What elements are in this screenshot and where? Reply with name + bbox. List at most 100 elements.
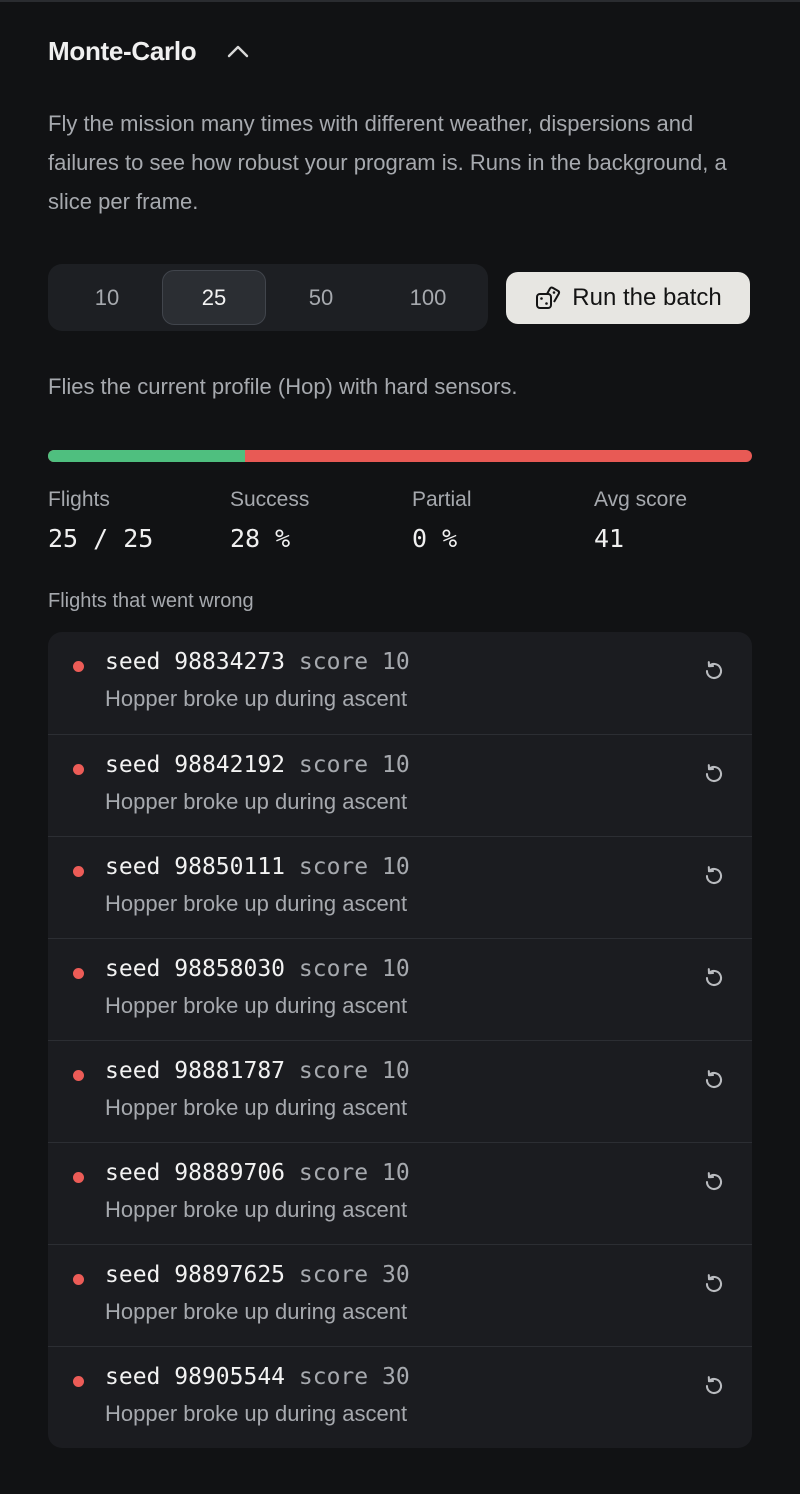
retry-icon[interactable] — [701, 1271, 727, 1297]
failure-row: seed 98905544 score 30 Hopper broke up du… — [48, 1346, 752, 1448]
score-label: score — [298, 1262, 369, 1288]
batch-size-option-50[interactable]: 50 — [269, 270, 373, 325]
seed-label: seed — [105, 1364, 161, 1390]
stat-value: 0 % — [412, 524, 458, 553]
failure-summary: seed 98897625 score 30 — [105, 1262, 410, 1288]
failures-title: Flights that went wrong — [48, 590, 254, 612]
seed-value: 98905544 — [174, 1364, 286, 1390]
failure-row: seed 98881787 score 10 Hopper broke up du… — [48, 1040, 752, 1142]
score-value: 10 — [382, 956, 410, 982]
seed-value: 98881787 — [174, 1058, 286, 1084]
score-value: 10 — [382, 649, 410, 675]
seed-label: seed — [105, 752, 161, 778]
failures-list: seed 98834273 score 10 Hopper broke up du… — [48, 632, 752, 1448]
run-batch-button[interactable]: Run the batch — [506, 272, 750, 324]
stat-partial: Partial 0 % — [412, 488, 472, 553]
retry-icon[interactable] — [701, 1169, 727, 1195]
retry-icon[interactable] — [701, 761, 727, 787]
failure-summary: seed 98881787 score 10 — [105, 1058, 410, 1084]
seed-label: seed — [105, 1262, 161, 1288]
failure-summary: seed 98889706 score 10 — [105, 1160, 410, 1186]
success-progress-fill — [48, 450, 246, 462]
seed-label: seed — [105, 854, 161, 880]
stat-value: 28 % — [230, 524, 291, 553]
failure-row: seed 98897625 score 30 Hopper broke up du… — [48, 1244, 752, 1346]
failure-status-dot — [73, 1172, 84, 1183]
failure-summary: seed 98858030 score 10 — [105, 956, 410, 982]
failure-status-dot — [73, 1070, 84, 1081]
failure-message: Hopper broke up during ascent — [105, 1299, 408, 1324]
dice-icon — [534, 284, 562, 312]
failure-message: Hopper broke up during ascent — [105, 891, 408, 916]
failure-row: seed 98850111 score 10 Hopper broke up du… — [48, 836, 752, 938]
score-value: 30 — [382, 1262, 410, 1288]
seed-value: 98858030 — [174, 956, 286, 982]
score-value: 10 — [382, 1160, 410, 1186]
seed-value: 98889706 — [174, 1160, 286, 1186]
stat-label: Avg score — [594, 488, 687, 511]
retry-icon[interactable] — [701, 658, 727, 684]
stat-label: Flights — [48, 488, 110, 511]
score-label: score — [298, 1160, 369, 1186]
seed-label: seed — [105, 1058, 161, 1084]
failure-status-dot — [73, 764, 84, 775]
profile-note: Flies the current profile (Hop) with har… — [48, 374, 518, 399]
seed-value: 98897625 — [174, 1262, 286, 1288]
score-label: score — [298, 1364, 369, 1390]
run-batch-label: Run the batch — [572, 284, 722, 311]
failure-row: seed 98858030 score 10 Hopper broke up du… — [48, 938, 752, 1040]
retry-icon[interactable] — [701, 863, 727, 889]
section-title: Monte-Carlo — [48, 35, 197, 66]
failure-message: Hopper broke up during ascent — [105, 686, 408, 711]
seed-label: seed — [105, 649, 161, 675]
failure-row: seed 98834273 score 10 Hopper broke up du… — [48, 632, 752, 734]
failure-status-dot — [73, 1274, 84, 1285]
seed-label: seed — [105, 1160, 161, 1186]
failure-row: seed 98842192 score 10 Hopper broke up du… — [48, 734, 752, 836]
seed-value: 98834273 — [174, 649, 286, 675]
chevron-up-icon[interactable] — [224, 37, 252, 65]
failure-message: Hopper broke up during ascent — [105, 789, 408, 814]
stat-avg-score: Avg score 41 — [594, 488, 687, 553]
section-header[interactable]: Monte-Carlo — [48, 30, 252, 72]
stat-success: Success 28 % — [230, 488, 309, 553]
stat-label: Success — [230, 488, 310, 511]
failure-summary: seed 98834273 score 10 — [105, 649, 410, 675]
batch-size-option-25[interactable]: 25 — [162, 270, 266, 325]
success-progress-bar — [48, 450, 752, 462]
failure-status-dot — [73, 866, 84, 877]
stat-value: 41 — [594, 524, 625, 553]
batch-size-option-100[interactable]: 100 — [376, 270, 480, 325]
retry-icon[interactable] — [701, 1373, 727, 1399]
retry-icon[interactable] — [701, 1067, 727, 1093]
score-label: score — [298, 649, 369, 675]
score-label: score — [298, 1058, 369, 1084]
failure-status-dot — [73, 968, 84, 979]
failure-message: Hopper broke up during ascent — [105, 1095, 408, 1120]
failure-row: seed 98889706 score 10 Hopper broke up du… — [48, 1142, 752, 1244]
failure-message: Hopper broke up during ascent — [105, 1197, 408, 1222]
seed-label: seed — [105, 956, 161, 982]
batch-size-option-10[interactable]: 10 — [55, 270, 159, 325]
seed-value: 98842192 — [174, 752, 286, 778]
score-value: 10 — [382, 854, 410, 880]
batch-size-selector: 10 25 50 100 — [48, 264, 488, 331]
score-label: score — [298, 854, 369, 880]
failure-summary: seed 98842192 score 10 — [105, 752, 410, 778]
score-label: score — [298, 956, 369, 982]
failure-status-dot — [73, 661, 84, 672]
stat-flights: Flights 25 / 25 — [48, 488, 153, 553]
retry-icon[interactable] — [701, 965, 727, 991]
score-value: 30 — [382, 1364, 410, 1390]
score-value: 10 — [382, 1058, 410, 1084]
failure-status-dot — [73, 1376, 84, 1387]
stat-value: 25 / 25 — [48, 524, 154, 553]
failure-message: Hopper broke up during ascent — [105, 1401, 408, 1426]
seed-value: 98850111 — [174, 854, 286, 880]
stats-row: Flights 25 / 25 Success 28 % Partial 0 %… — [48, 488, 752, 568]
stat-label: Partial — [412, 488, 472, 511]
top-divider — [0, 0, 800, 2]
score-value: 10 — [382, 752, 410, 778]
failure-message: Hopper broke up during ascent — [105, 993, 408, 1018]
score-label: score — [298, 752, 369, 778]
